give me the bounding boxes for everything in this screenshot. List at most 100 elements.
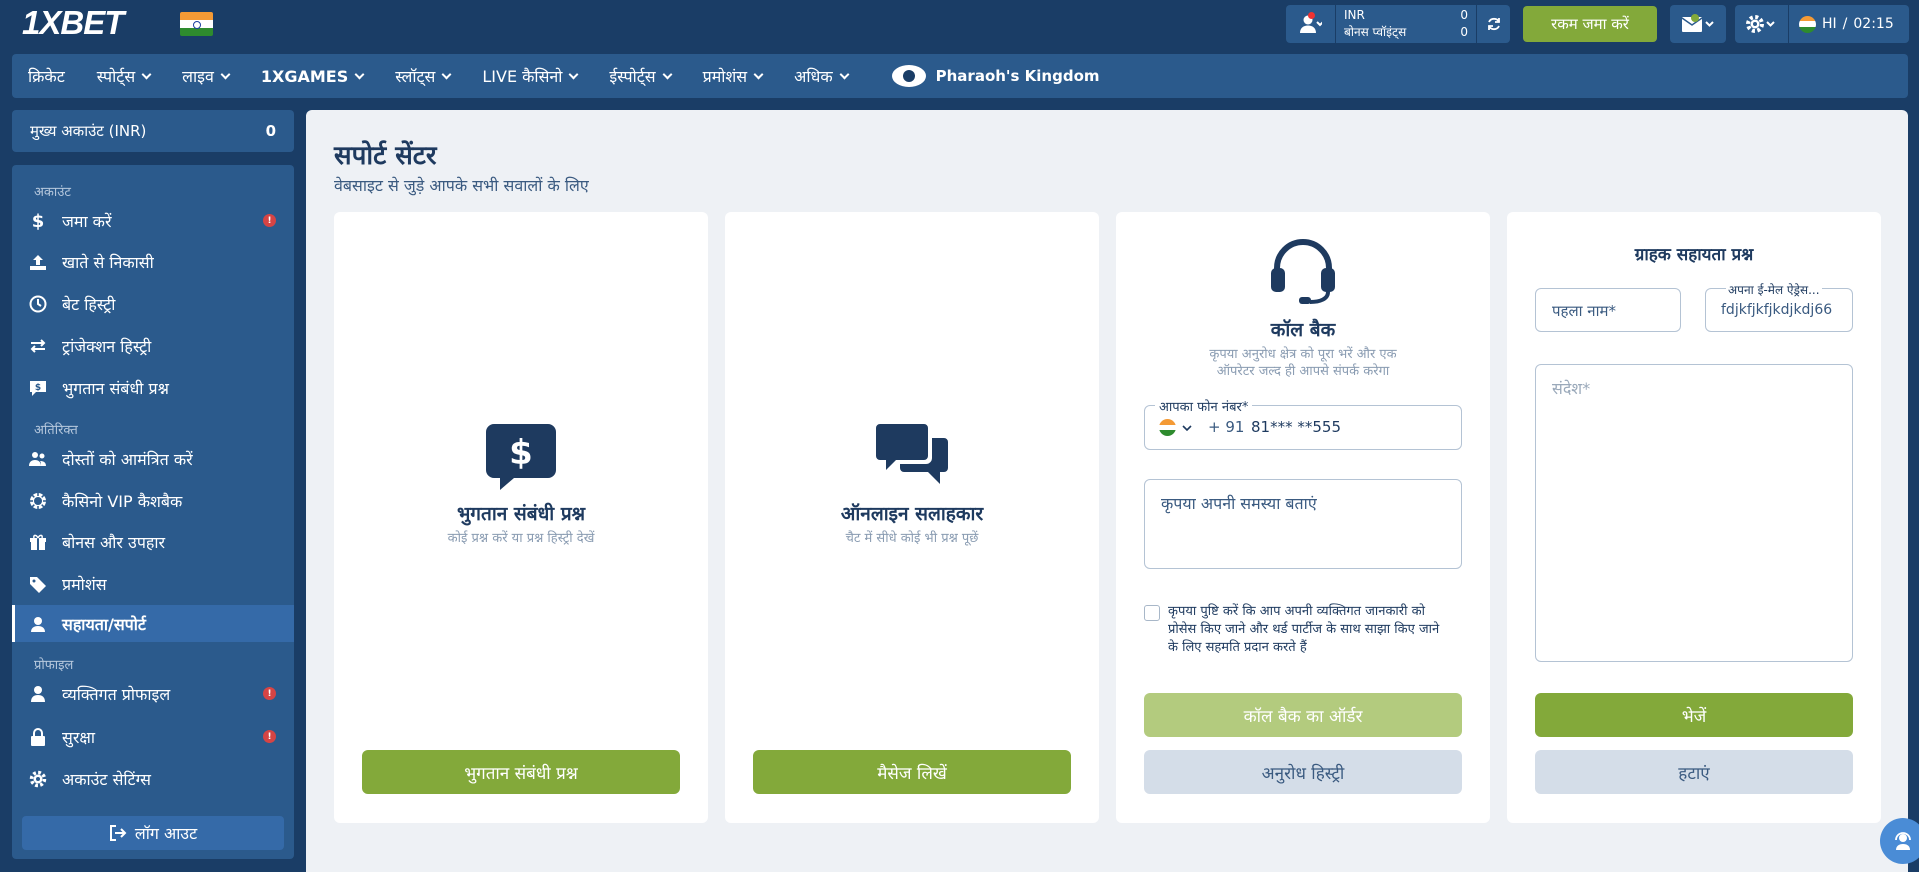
sidebar-item-payment-questions[interactable]: $ भुगतान संबंधी प्रश्न <box>12 369 294 406</box>
card-title: भुगतान संबंधी प्रश्न <box>456 503 586 525</box>
order-callback-button[interactable]: कॉल बैक का ऑर्डर <box>1144 693 1462 737</box>
chevron-down-icon <box>220 69 231 79</box>
request-history-button[interactable]: अनुरोध हिस्ट्री <box>1144 750 1462 794</box>
clear-button[interactable]: हटाएं <box>1535 750 1853 794</box>
callback-card: कॉल बैक कृपया अनुरोध क्षेत्र को पूरा भरे… <box>1116 212 1490 823</box>
tag-icon <box>28 574 48 594</box>
svg-text:$: $ <box>509 433 533 473</box>
write-message-button[interactable]: मैसेज लिखें <box>753 750 1071 794</box>
nav-item-label: स्लॉट्स <box>395 67 436 86</box>
nav-item-label: प्रमोशंस <box>702 67 748 86</box>
balance-info[interactable]: INR 0 बोनस प्वॉइंट्स 0 <box>1336 7 1476 41</box>
main-nav: क्रिकेट स्पोर्ट्स लाइव 1XGAMES स्लॉट्स LIVE क… <box>12 54 1908 98</box>
chevron-down-icon <box>568 69 579 79</box>
consent-line: के लिए सहमति प्रदान करते हैं <box>1168 640 1307 655</box>
alert-icon: ! <box>263 687 276 700</box>
email-value: fdjkfjkfjkdjkdj66 <box>1721 302 1833 318</box>
card-subtitle: कृपया अनुरोध क्षेत्र को पूरा भरें और एक … <box>1116 346 1490 380</box>
main-account-value: 0 <box>265 122 276 140</box>
consent-checkbox[interactable] <box>1144 605 1160 621</box>
deposit-button[interactable]: रकम जमा करें <box>1523 6 1657 42</box>
language-time-selector[interactable]: HI / 02:15 <box>1789 15 1894 33</box>
payment-question-icon: $ <box>486 424 556 494</box>
payment-questions-button[interactable]: भुगतान संबंधी प्रश्न <box>362 750 680 794</box>
lock-icon <box>28 727 48 747</box>
sidebar-item-label: प्रमोशंस <box>62 574 107 594</box>
nav-item-5[interactable]: LIVE कैसिनो <box>466 65 593 87</box>
svg-text:$: $ <box>32 211 45 231</box>
consent-line: प्रोसेस किए जाने और थर्ड पार्टीज के साथ … <box>1168 622 1440 637</box>
nav-item-7[interactable]: प्रमोशंस <box>687 65 779 87</box>
top-bar: 1XBET INR 0 बोनस प्वॉइंट्स 0 रकम जमा करें <box>0 0 1919 48</box>
nav-item-6[interactable]: ईस्पोर्ट्स <box>593 65 686 87</box>
refresh-balance-button[interactable] <box>1476 5 1510 43</box>
email-field[interactable]: अपना ई-मेल ऐड्रेस... fdjkfjkfjkdjkdj66 <box>1705 281 1853 332</box>
messages-button[interactable] <box>1670 5 1726 43</box>
sidebar-item-bonuses[interactable]: बोनस और उपहार <box>12 523 294 560</box>
nav-item-0[interactable]: क्रिकेट <box>12 65 81 87</box>
mail-icon <box>1681 14 1714 32</box>
chevron-down-icon <box>662 69 673 79</box>
nav-item-label: 1XGAMES <box>260 66 349 86</box>
customer-support-card: ग्राहक सहायता प्रश्न पहला नाम* अपना ई-मे… <box>1507 212 1881 823</box>
user-menu-button[interactable] <box>1286 5 1336 43</box>
sidebar-item-bet-history[interactable]: बेट हिस्ट्री <box>12 285 294 322</box>
send-button[interactable]: भेजें <box>1535 693 1853 737</box>
chevron-down-icon <box>354 69 365 79</box>
phone-field[interactable]: आपका फोन नंबर* + 91 81*** **555 <box>1144 397 1462 450</box>
nav-item-3[interactable]: 1XGAMES <box>245 67 379 86</box>
main-account-balance[interactable]: मुख्य अकाउंट (INR) 0 <box>12 110 294 152</box>
message-textarea[interactable]: संदेश* <box>1535 364 1853 662</box>
eye-icon <box>891 65 926 87</box>
page-subtitle: वेबसाइट से जुड़े आपके सभी सवालों के लिए <box>334 176 589 195</box>
payment-chat-icon: $ <box>28 378 48 398</box>
sidebar-item-label: खाते से निकासी <box>62 252 154 272</box>
svg-text:$: $ <box>35 383 41 393</box>
sidebar-item-support[interactable]: सहायता/सपोर्ट <box>12 605 294 642</box>
live-chat-button[interactable] <box>1880 818 1919 864</box>
site-logo[interactable]: 1XBET <box>22 4 124 42</box>
sidebar-item-security[interactable]: सुरक्षा ! <box>12 718 294 755</box>
logout-button[interactable]: लॉग आउट <box>22 816 284 850</box>
language-code: HI <box>1822 16 1837 32</box>
sidebar-item-casino-cashback[interactable]: कैसिनो VIP कैशबैक <box>12 482 294 519</box>
settings-button[interactable] <box>1735 5 1789 43</box>
subtitle-line: ऑपरेटर जल्द ही आपसे संपर्क करेगा <box>1216 364 1390 379</box>
nav-item-8[interactable]: अधिक <box>778 65 864 87</box>
card-subtitle: कोई प्रश्न करें या प्रश्न हिस्ट्री देखें <box>447 531 595 546</box>
nav-item-1[interactable]: स्पोर्ट्स <box>81 65 166 87</box>
separator: / <box>1842 16 1848 32</box>
sidebar-item-label: भुगतान संबंधी प्रश्न <box>62 378 169 398</box>
nav-item-2[interactable]: लाइव <box>166 65 245 87</box>
sidebar-item-invite-friends[interactable]: दोस्तों को आमंत्रित करें <box>12 440 294 477</box>
first-name-field[interactable]: पहला नाम* <box>1535 288 1681 332</box>
phone-value: 81*** **555 <box>1251 418 1341 436</box>
sidebar-item-promotions[interactable]: प्रमोशंस <box>12 565 294 602</box>
card-title: ऑनलाइन सलाहकार <box>840 503 984 525</box>
logout-label: लॉग आउट <box>134 824 198 843</box>
sidebar-item-personal-profile[interactable]: व्यक्तिगत प्रोफाइल ! <box>12 675 294 712</box>
chevron-down-icon <box>1182 424 1192 431</box>
sidebar-item-transaction-history[interactable]: ट्रांजेक्शन हिस्ट्री <box>12 327 294 364</box>
nav-item-4[interactable]: स्लॉट्स <box>379 65 466 87</box>
currency-label: INR <box>1344 8 1365 22</box>
email-label: अपना ई-मेल ऐड्रेस... <box>1726 281 1822 298</box>
settings-widget: HI / 02:15 <box>1735 5 1909 43</box>
country-code-selector[interactable] <box>1159 419 1192 436</box>
sidebar-item-deposit[interactable]: $ जमा करें ! <box>12 202 294 239</box>
gear-icon <box>28 769 48 789</box>
alert-icon: ! <box>263 214 276 227</box>
chevron-down-icon <box>441 69 452 79</box>
problem-textarea[interactable]: कृपया अपनी समस्या बताएं <box>1144 479 1462 569</box>
online-consultant-card: ऑनलाइन सलाहकार चैट में सीधे कोई भी प्रश्… <box>725 212 1099 823</box>
problem-placeholder: कृपया अपनी समस्या बताएं <box>1161 494 1317 513</box>
sidebar-item-account-settings[interactable]: अकाउंट सेटिंग्स <box>12 760 294 797</box>
nav-item-label: लाइव <box>182 67 214 86</box>
support-agent-icon <box>28 614 48 634</box>
sidebar-item-label: ट्रांजेक्शन हिस्ट्री <box>62 336 152 356</box>
sidebar-item-withdraw[interactable]: खाते से निकासी <box>12 243 294 280</box>
pharaohs-kingdom-link[interactable]: Pharaoh's Kingdom <box>864 65 1100 87</box>
card-subtitle: चैट में सीधे कोई भी प्रश्न पूछें <box>845 531 979 546</box>
bonus-label: बोनस प्वॉइंट्स <box>1344 25 1407 39</box>
first-name-placeholder: पहला नाम* <box>1552 302 1616 320</box>
